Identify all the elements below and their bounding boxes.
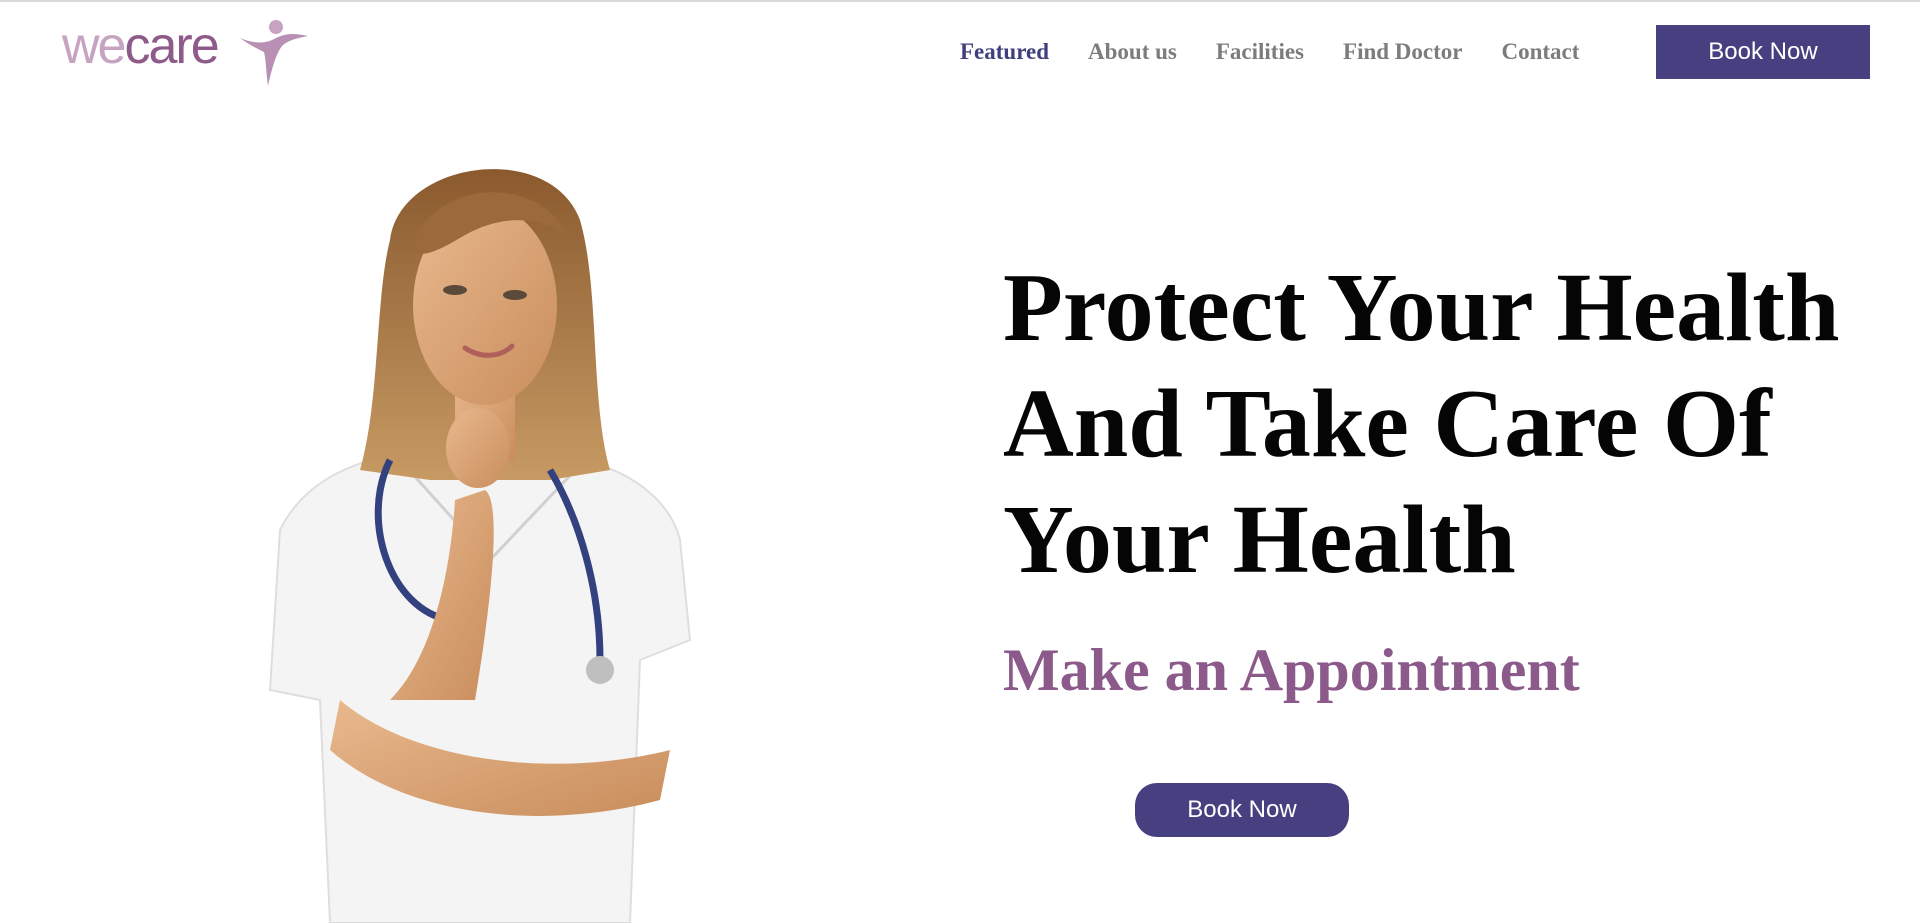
- wecare-logo[interactable]: wecare: [62, 14, 308, 94]
- logo-wordmark: wecare: [62, 16, 220, 76]
- logo-care: care: [124, 17, 219, 75]
- headline-line-1: Protect Your Health: [1003, 254, 1840, 362]
- doctor-photo: [268, 169, 692, 923]
- headline-line-3: Your Health: [1003, 486, 1516, 594]
- header-book-now-button[interactable]: Book Now: [1656, 25, 1870, 79]
- top-divider: [0, 0, 1920, 2]
- person-figure-icon: [240, 20, 308, 86]
- nav-find-doctor[interactable]: Find Doctor: [1343, 39, 1462, 65]
- nav-about-us[interactable]: About us: [1088, 39, 1177, 65]
- logo-we: we: [62, 17, 127, 75]
- headline-line-2: And Take Care Of: [1003, 370, 1772, 478]
- nav-featured[interactable]: Featured: [960, 39, 1049, 65]
- nav-facilities[interactable]: Facilities: [1216, 39, 1304, 65]
- nav-contact[interactable]: Contact: [1501, 39, 1579, 65]
- hero-book-now-button[interactable]: Book Now: [1135, 783, 1349, 837]
- appointment-subheading: Make an Appointment: [1003, 637, 1580, 703]
- hero-headline: Protect Your Health And Take Care Of You…: [1003, 250, 1903, 598]
- main-nav: Featured About us Facilities Find Doctor…: [960, 37, 1618, 67]
